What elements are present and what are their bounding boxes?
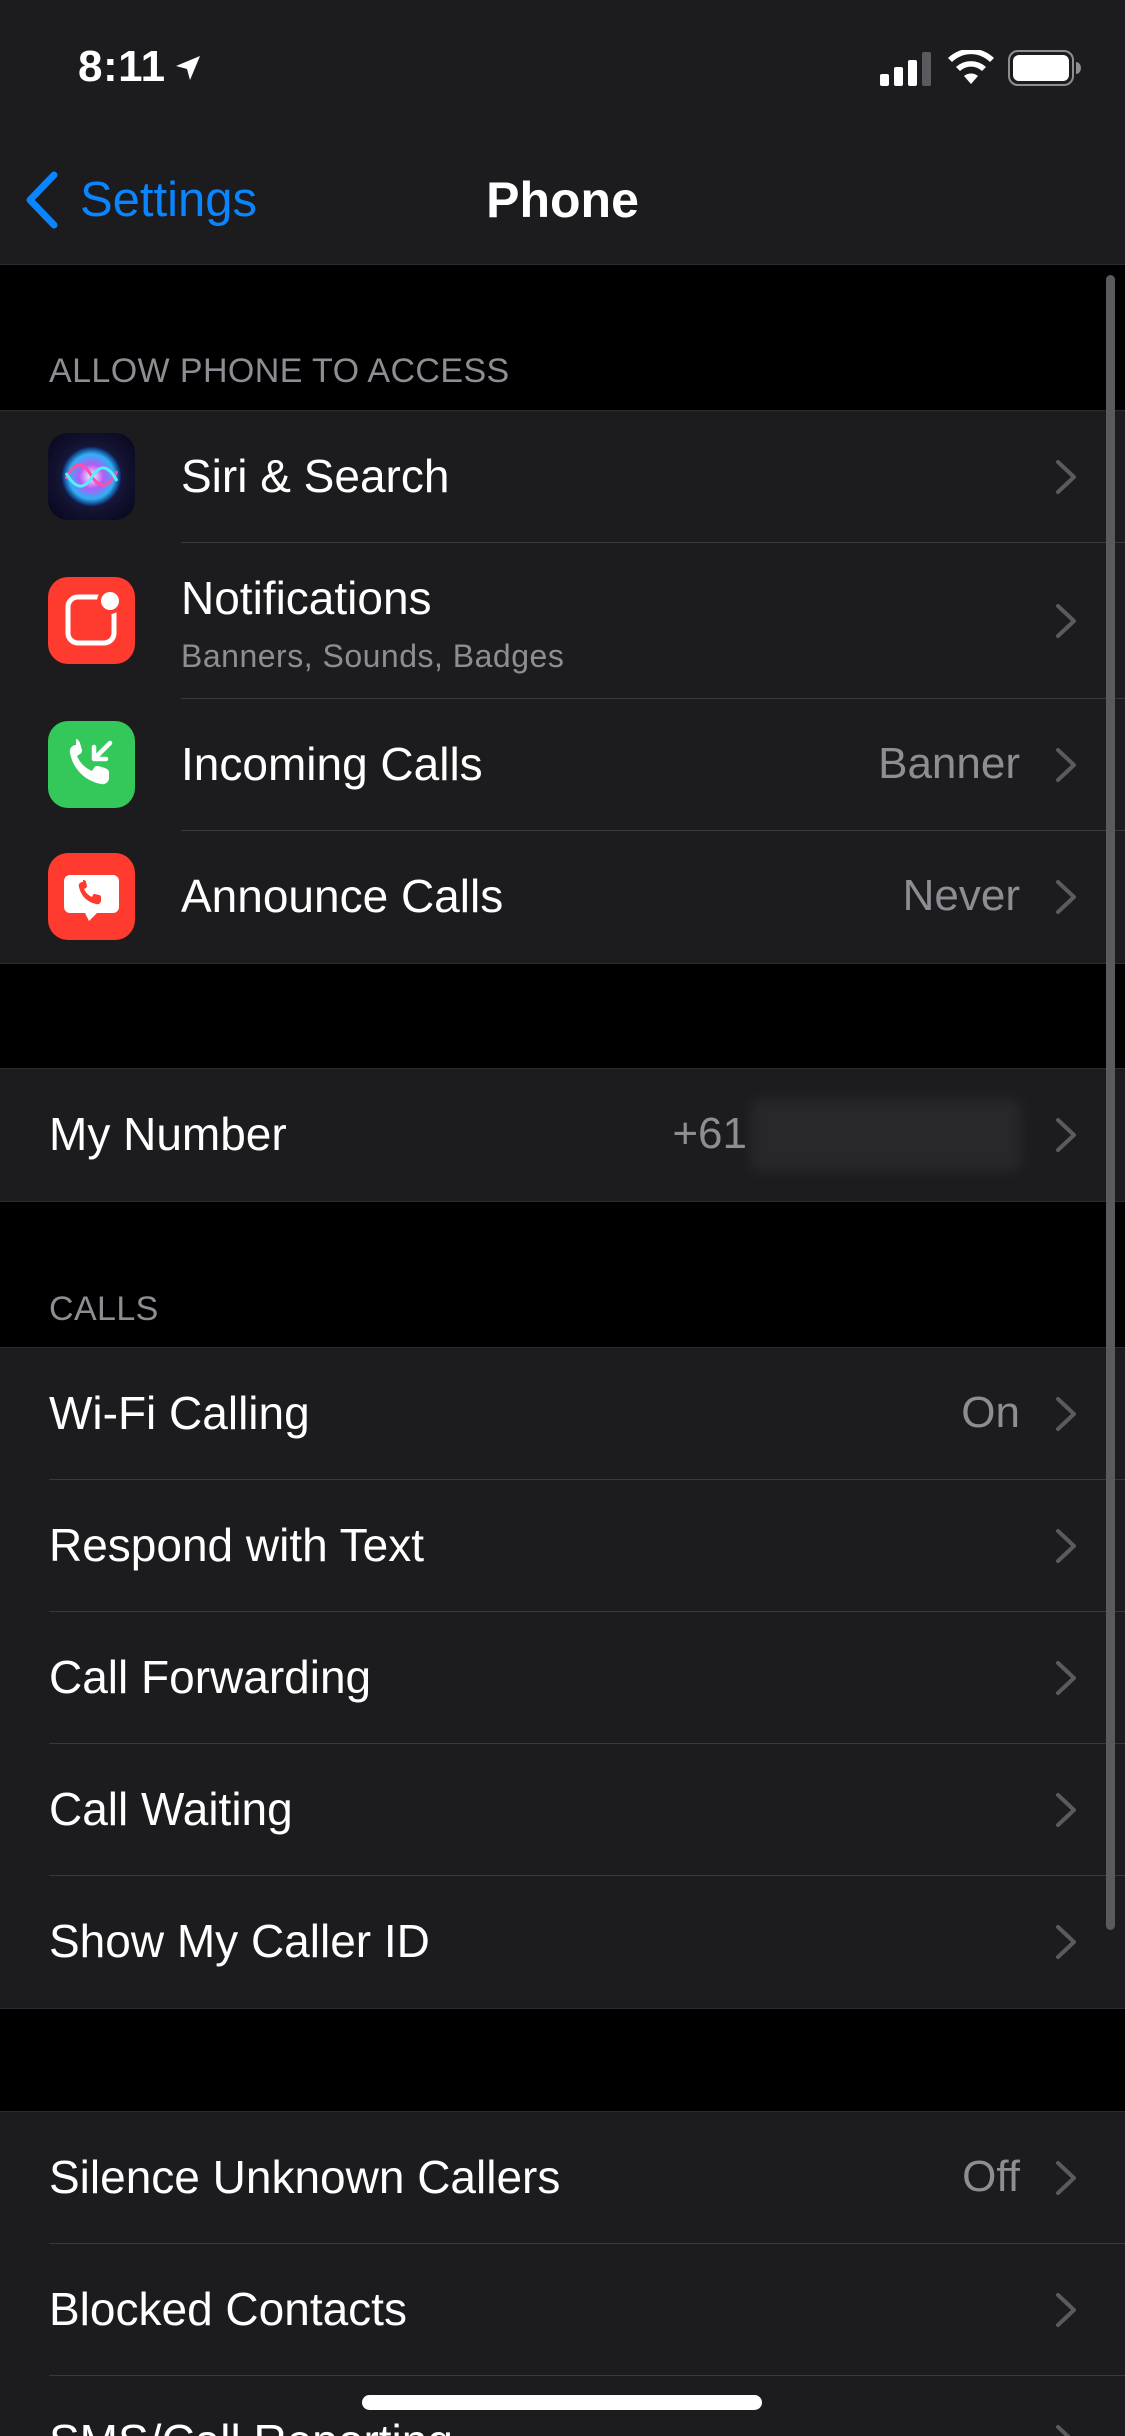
show-caller-id-row[interactable]: Show My Caller ID [0,1876,1125,2008]
incoming-calls-label: Incoming Calls [181,738,483,790]
call-forwarding-label: Call Forwarding [49,1651,372,1703]
respond-with-text-label: Respond with Text [49,1519,425,1571]
call-waiting-row[interactable]: Call Waiting [0,1744,1125,1876]
blocked-contacts-label: Blocked Contacts [49,2283,407,2335]
call-forwarding-row[interactable]: Call Forwarding [0,1612,1125,1744]
incoming-calls-icon [48,721,135,808]
my-number-label: My Number [49,1108,287,1160]
my-number-row[interactable]: My Number +61 [0,1069,1125,1201]
allow-access-group: Siri & Search Notifications Banners, Sou… [0,410,1125,964]
chevron-right-icon [1056,460,1076,494]
page-title: Phone [486,172,639,228]
silence-unknown-callers-row[interactable]: Silence Unknown Callers Off [0,2112,1125,2244]
redacted-number [751,1099,1021,1171]
chevron-right-icon [1056,1397,1076,1431]
chevron-right-icon [1056,2161,1076,2195]
respond-with-text-row[interactable]: Respond with Text [0,1480,1125,1612]
wifi-calling-label: Wi-Fi Calling [49,1387,310,1439]
chevron-right-icon [1056,1529,1076,1563]
show-caller-id-label: Show My Caller ID [49,1915,430,1967]
chevron-right-icon [1056,604,1076,638]
call-filtering-group: Silence Unknown Callers Off Blocked Cont… [0,2111,1125,2436]
chevron-right-icon [1056,1793,1076,1827]
scrollbar[interactable] [1106,275,1115,1930]
incoming-calls-value: Banner [878,739,1020,788]
announce-calls-icon [48,853,135,940]
wifi-calling-value: On [961,1388,1020,1437]
notifications-label: Notifications [181,572,432,624]
chevron-right-icon [1056,1118,1076,1152]
calls-group: Wi-Fi Calling On Respond with Text Call … [0,1347,1125,2009]
navigation-bar: Settings Phone [0,135,1125,265]
section-header-calls: CALLS [49,1290,159,1328]
status-time: 8:11 [78,42,166,91]
sms-call-reporting-label: SMS/Call Reporting [49,2414,453,2436]
chevron-right-icon [1056,2293,1076,2327]
battery-icon [1008,50,1081,86]
status-bar: 8:11 [0,0,1125,135]
announce-calls-value: Never [902,871,1020,920]
cellular-signal-icon [880,52,931,86]
chevron-right-icon [1056,1925,1076,1959]
call-waiting-label: Call Waiting [49,1783,293,1835]
siri-icon [48,433,135,520]
siri-search-row[interactable]: Siri & Search [0,411,1125,543]
notifications-subtitle: Banners, Sounds, Badges [181,638,565,674]
incoming-calls-row[interactable]: Incoming Calls Banner [0,699,1125,831]
section-header-allow-access: ALLOW PHONE TO ACCESS [49,352,510,390]
chevron-right-icon [1056,880,1076,914]
notifications-row[interactable]: Notifications Banners, Sounds, Badges [0,543,1125,699]
my-number-value: +61 [672,1109,747,1158]
blocked-contacts-row[interactable]: Blocked Contacts [0,2244,1125,2376]
silence-unknown-callers-value: Off [962,2152,1020,2201]
silence-unknown-callers-label: Silence Unknown Callers [49,2151,561,2203]
notifications-icon [48,577,135,664]
wifi-icon [948,50,994,84]
chevron-right-icon [1056,748,1076,782]
chevron-right-icon [1056,2425,1071,2436]
announce-calls-label: Announce Calls [181,870,504,922]
location-arrow-icon [176,56,200,80]
home-indicator[interactable] [362,2395,762,2410]
chevron-right-icon [1056,1661,1076,1695]
my-number-group: My Number +61 [0,1068,1125,1202]
siri-search-label: Siri & Search [181,450,450,502]
announce-calls-row[interactable]: Announce Calls Never [0,831,1125,963]
wifi-calling-row[interactable]: Wi-Fi Calling On [0,1348,1125,1480]
